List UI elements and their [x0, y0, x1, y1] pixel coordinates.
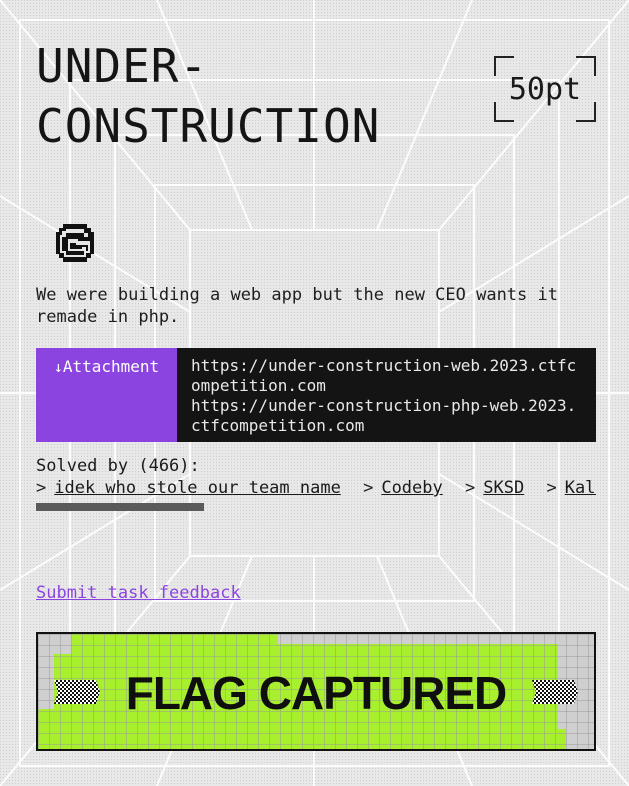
attachment-label: Attachment: [62, 357, 160, 376]
challenge-title: UNDER- CONSTRUCTION: [36, 39, 381, 153]
attachment-link[interactable]: https://under-construction-web.2023.ctfc…: [191, 356, 582, 396]
attachment-button[interactable]: ↓Attachment: [36, 348, 177, 442]
attachment-row: ↓Attachment https://under-construction-w…: [36, 348, 596, 442]
flag-banner-graphic: FLAG CAPTURED: [38, 634, 594, 749]
challenge-description: We were building a web app but the new C…: [36, 285, 558, 327]
solvers-list[interactable]: > idek who stole our team name > Codeby > S…: [36, 477, 596, 501]
solves-count-label: Solved by (466):: [36, 456, 200, 476]
submit-feedback-link[interactable]: Submit task feedback: [36, 582, 241, 604]
solvers-scrollbar[interactable]: [36, 503, 204, 511]
flag-captured-banner: FLAG CAPTURED: [36, 632, 596, 751]
separator-chevron: >: [363, 478, 374, 498]
solver-team-link[interactable]: Codeby: [381, 478, 442, 498]
separator-chevron: >: [465, 478, 476, 498]
solver-team-link[interactable]: SKSD: [483, 478, 524, 498]
challenge-card: UNDER- CONSTRUCTION 50pt We were buildin…: [0, 0, 629, 786]
flag-captured-text: FLAG CAPTURED: [126, 667, 507, 719]
points-badge: 50pt: [494, 56, 596, 122]
spiral-icon: [56, 224, 94, 262]
attachment-links: https://under-construction-web.2023.ctfc…: [177, 348, 596, 442]
attachment-link[interactable]: https://under-construction-php-web.2023.…: [191, 396, 582, 436]
separator-chevron: >: [546, 478, 557, 498]
download-arrow-icon: ↓: [53, 358, 63, 376]
separator-chevron: >: [36, 478, 47, 498]
solver-team-link[interactable]: idek who stole our team name: [54, 477, 341, 499]
points-value: 50pt: [508, 72, 582, 107]
solver-team-link[interactable]: Kalma: [565, 478, 596, 498]
